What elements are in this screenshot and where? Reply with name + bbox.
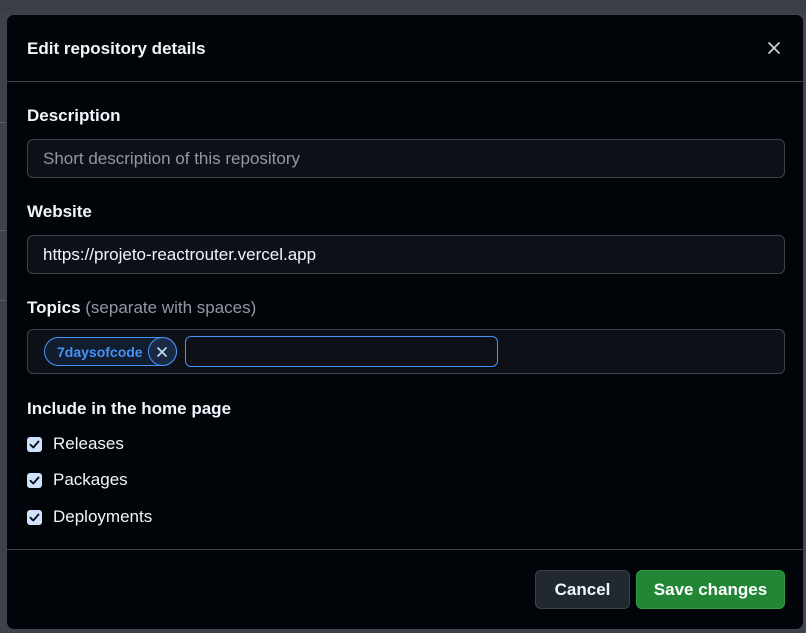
- topics-label: Topics (separate with spaces): [27, 298, 256, 318]
- packages-option[interactable]: Packages: [27, 469, 128, 491]
- check-icon: [29, 513, 40, 521]
- description-input[interactable]: [27, 139, 785, 178]
- check-icon: [29, 476, 40, 484]
- edit-repository-dialog: Edit repository details Description Webs…: [6, 14, 804, 630]
- dialog-header: Edit repository details: [7, 15, 803, 82]
- website-label: Website: [27, 202, 92, 221]
- x-icon: [157, 346, 167, 357]
- deployments-label: Deployments: [53, 507, 153, 526]
- releases-checkbox[interactable]: [27, 436, 42, 452]
- dialog-title: Edit repository details: [27, 39, 206, 58]
- topic-tag: 7daysofcode: [44, 337, 177, 366]
- background-page: [0, 0, 806, 14]
- deployments-checkbox[interactable]: [27, 509, 42, 525]
- releases-option[interactable]: Releases: [27, 433, 124, 455]
- close-button[interactable]: [763, 37, 785, 59]
- packages-label: Packages: [53, 470, 128, 489]
- check-icon: [29, 440, 40, 448]
- topics-field[interactable]: 7daysofcode: [27, 329, 785, 374]
- releases-label: Releases: [53, 434, 124, 453]
- home-page-label: Include in the home page: [27, 399, 232, 418]
- save-changes-button[interactable]: Save changes: [636, 570, 785, 609]
- topics-label-text: Topics: [27, 298, 81, 317]
- topic-remove-button[interactable]: [147, 337, 177, 366]
- close-icon: [768, 42, 780, 54]
- description-label: Description: [27, 106, 121, 125]
- packages-checkbox[interactable]: [27, 472, 42, 488]
- dialog-footer: Cancel Save changes: [7, 549, 803, 629]
- deployments-option[interactable]: Deployments: [27, 506, 152, 528]
- topics-hint: (separate with spaces): [85, 298, 257, 317]
- website-input[interactable]: [27, 235, 785, 274]
- topic-tag-label: 7daysofcode: [57, 343, 143, 360]
- cancel-button[interactable]: Cancel: [535, 570, 630, 609]
- topics-input[interactable]: [185, 336, 498, 367]
